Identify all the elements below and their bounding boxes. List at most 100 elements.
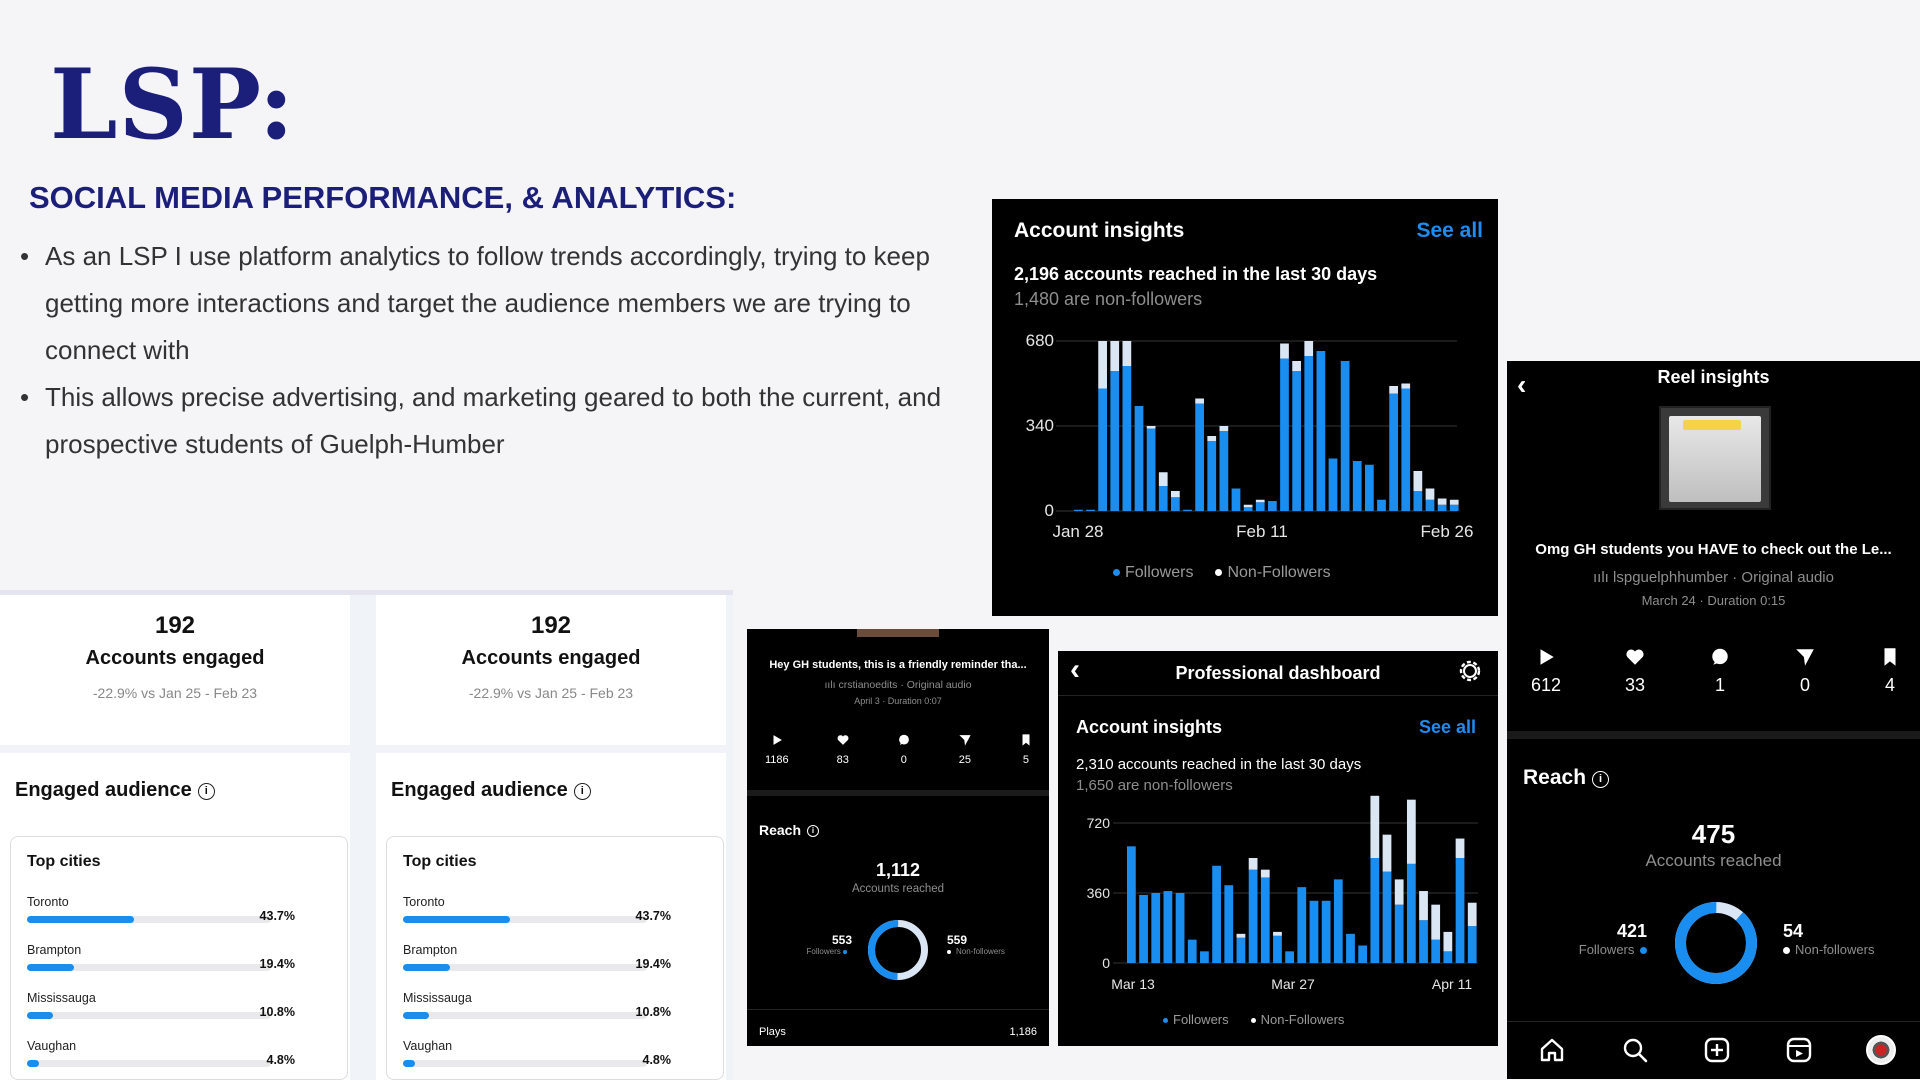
bar-non-followers[interactable]: [1455, 838, 1465, 858]
bar-followers[interactable]: [1309, 900, 1319, 963]
reels-icon[interactable]: [1785, 1036, 1813, 1064]
bar-followers[interactable]: [1431, 939, 1441, 963]
bar-followers[interactable]: [1171, 497, 1180, 511]
bar-non-followers[interactable]: [1425, 488, 1435, 500]
bar-non-followers[interactable]: [1098, 341, 1107, 389]
bar-followers[interactable]: [1151, 893, 1161, 963]
bar-followers[interactable]: [1255, 502, 1265, 511]
bar-followers[interactable]: [1304, 356, 1314, 511]
bar-non-followers[interactable]: [1171, 491, 1180, 498]
bar-followers[interactable]: [1175, 893, 1185, 963]
bar-followers[interactable]: [1200, 951, 1209, 963]
bar-followers[interactable]: [1389, 393, 1398, 512]
bar-followers[interactable]: [1243, 507, 1253, 511]
info-icon[interactable]: i: [1592, 771, 1610, 788]
bar-followers[interactable]: [1248, 869, 1258, 963]
home-icon[interactable]: [1538, 1036, 1566, 1064]
bar-followers[interactable]: [1273, 935, 1282, 963]
bar-non-followers[interactable]: [1255, 499, 1265, 503]
bar-non-followers[interactable]: [1443, 931, 1453, 952]
bar-followers[interactable]: [1437, 504, 1447, 511]
bar-followers[interactable]: [1425, 499, 1435, 511]
bar-followers[interactable]: [1467, 926, 1477, 963]
bar-non-followers[interactable]: [1370, 795, 1380, 858]
bar-non-followers[interactable]: [1419, 891, 1428, 921]
bar-followers[interactable]: [1370, 858, 1380, 963]
bar-followers[interactable]: [1413, 491, 1423, 511]
bar-followers[interactable]: [1316, 351, 1326, 511]
bar-followers[interactable]: [1340, 361, 1350, 511]
bar-followers[interactable]: [1074, 509, 1083, 511]
bar-followers[interactable]: [1195, 403, 1204, 512]
bar-followers[interactable]: [1297, 887, 1307, 963]
bar-followers[interactable]: [1455, 858, 1465, 963]
bar-followers[interactable]: [1183, 509, 1192, 511]
bar-followers[interactable]: [1352, 461, 1362, 511]
bar-non-followers[interactable]: [1207, 436, 1217, 441]
bar-non-followers[interactable]: [1158, 472, 1168, 486]
bar-non-followers[interactable]: [1146, 426, 1156, 429]
bar-non-followers[interactable]: [1389, 386, 1398, 394]
info-icon[interactable]: i: [197, 783, 215, 800]
bar-followers[interactable]: [1365, 464, 1374, 511]
bar-followers[interactable]: [1285, 951, 1295, 963]
bar-non-followers[interactable]: [1431, 904, 1441, 940]
bar-non-followers[interactable]: [1219, 426, 1229, 431]
bar-non-followers[interactable]: [1260, 869, 1270, 878]
bar-non-followers[interactable]: [1382, 834, 1392, 872]
bar-followers[interactable]: [1449, 504, 1459, 511]
bar-non-followers[interactable]: [1394, 879, 1404, 905]
bar-followers[interactable]: [1328, 458, 1338, 512]
bar-followers[interactable]: [1280, 358, 1289, 512]
bar-followers[interactable]: [1260, 877, 1270, 963]
reel-thumbnail[interactable]: [1659, 406, 1771, 510]
bar-non-followers[interactable]: [1449, 499, 1459, 505]
bar-followers[interactable]: [1098, 388, 1107, 512]
bar-followers[interactable]: [1377, 499, 1386, 511]
bar-followers[interactable]: [1231, 488, 1241, 512]
bar-followers[interactable]: [1236, 937, 1246, 963]
bar-non-followers[interactable]: [1195, 398, 1204, 404]
info-icon[interactable]: i: [573, 783, 591, 800]
bar-followers[interactable]: [1394, 904, 1404, 963]
bar-non-followers[interactable]: [1401, 383, 1411, 389]
bar-non-followers[interactable]: [1243, 504, 1253, 508]
bar-followers[interactable]: [1292, 371, 1301, 511]
bar-followers[interactable]: [1346, 933, 1355, 963]
bar-followers[interactable]: [1134, 406, 1144, 511]
bar-followers[interactable]: [1406, 863, 1416, 963]
bar-non-followers[interactable]: [1406, 799, 1416, 864]
bar-followers[interactable]: [1127, 846, 1136, 963]
bar-followers[interactable]: [1110, 371, 1120, 511]
info-icon[interactable]: i: [807, 825, 820, 837]
bar-non-followers[interactable]: [1467, 902, 1477, 927]
bar-followers[interactable]: [1163, 891, 1173, 963]
bar-followers[interactable]: [1086, 509, 1095, 511]
bar-followers[interactable]: [1224, 885, 1234, 963]
bar-followers[interactable]: [1333, 879, 1343, 963]
bar-non-followers[interactable]: [1437, 498, 1447, 505]
create-post-icon[interactable]: [1703, 1036, 1731, 1064]
bar-followers[interactable]: [1419, 920, 1428, 963]
profile-avatar[interactable]: [1866, 1035, 1896, 1065]
bar-non-followers[interactable]: [1236, 933, 1246, 938]
bar-followers[interactable]: [1443, 951, 1453, 963]
bar-followers[interactable]: [1187, 939, 1197, 963]
search-icon[interactable]: [1621, 1036, 1649, 1064]
bar-followers[interactable]: [1321, 900, 1331, 963]
bar-non-followers[interactable]: [1110, 341, 1120, 371]
bar-followers[interactable]: [1158, 486, 1168, 511]
bar-followers[interactable]: [1139, 894, 1148, 963]
bar-followers[interactable]: [1212, 865, 1221, 963]
bar-non-followers[interactable]: [1292, 361, 1301, 371]
bar-followers[interactable]: [1382, 871, 1392, 963]
bar-non-followers[interactable]: [1280, 343, 1289, 359]
bar-non-followers[interactable]: [1413, 471, 1423, 491]
bar-non-followers[interactable]: [1304, 341, 1314, 356]
bar-followers[interactable]: [1358, 945, 1368, 964]
bar-followers[interactable]: [1207, 441, 1217, 511]
reel-thumbnail[interactable]: [857, 629, 939, 637]
bar-followers[interactable]: [1268, 501, 1277, 511]
bar-followers[interactable]: [1219, 431, 1229, 511]
bar-followers[interactable]: [1122, 366, 1132, 511]
